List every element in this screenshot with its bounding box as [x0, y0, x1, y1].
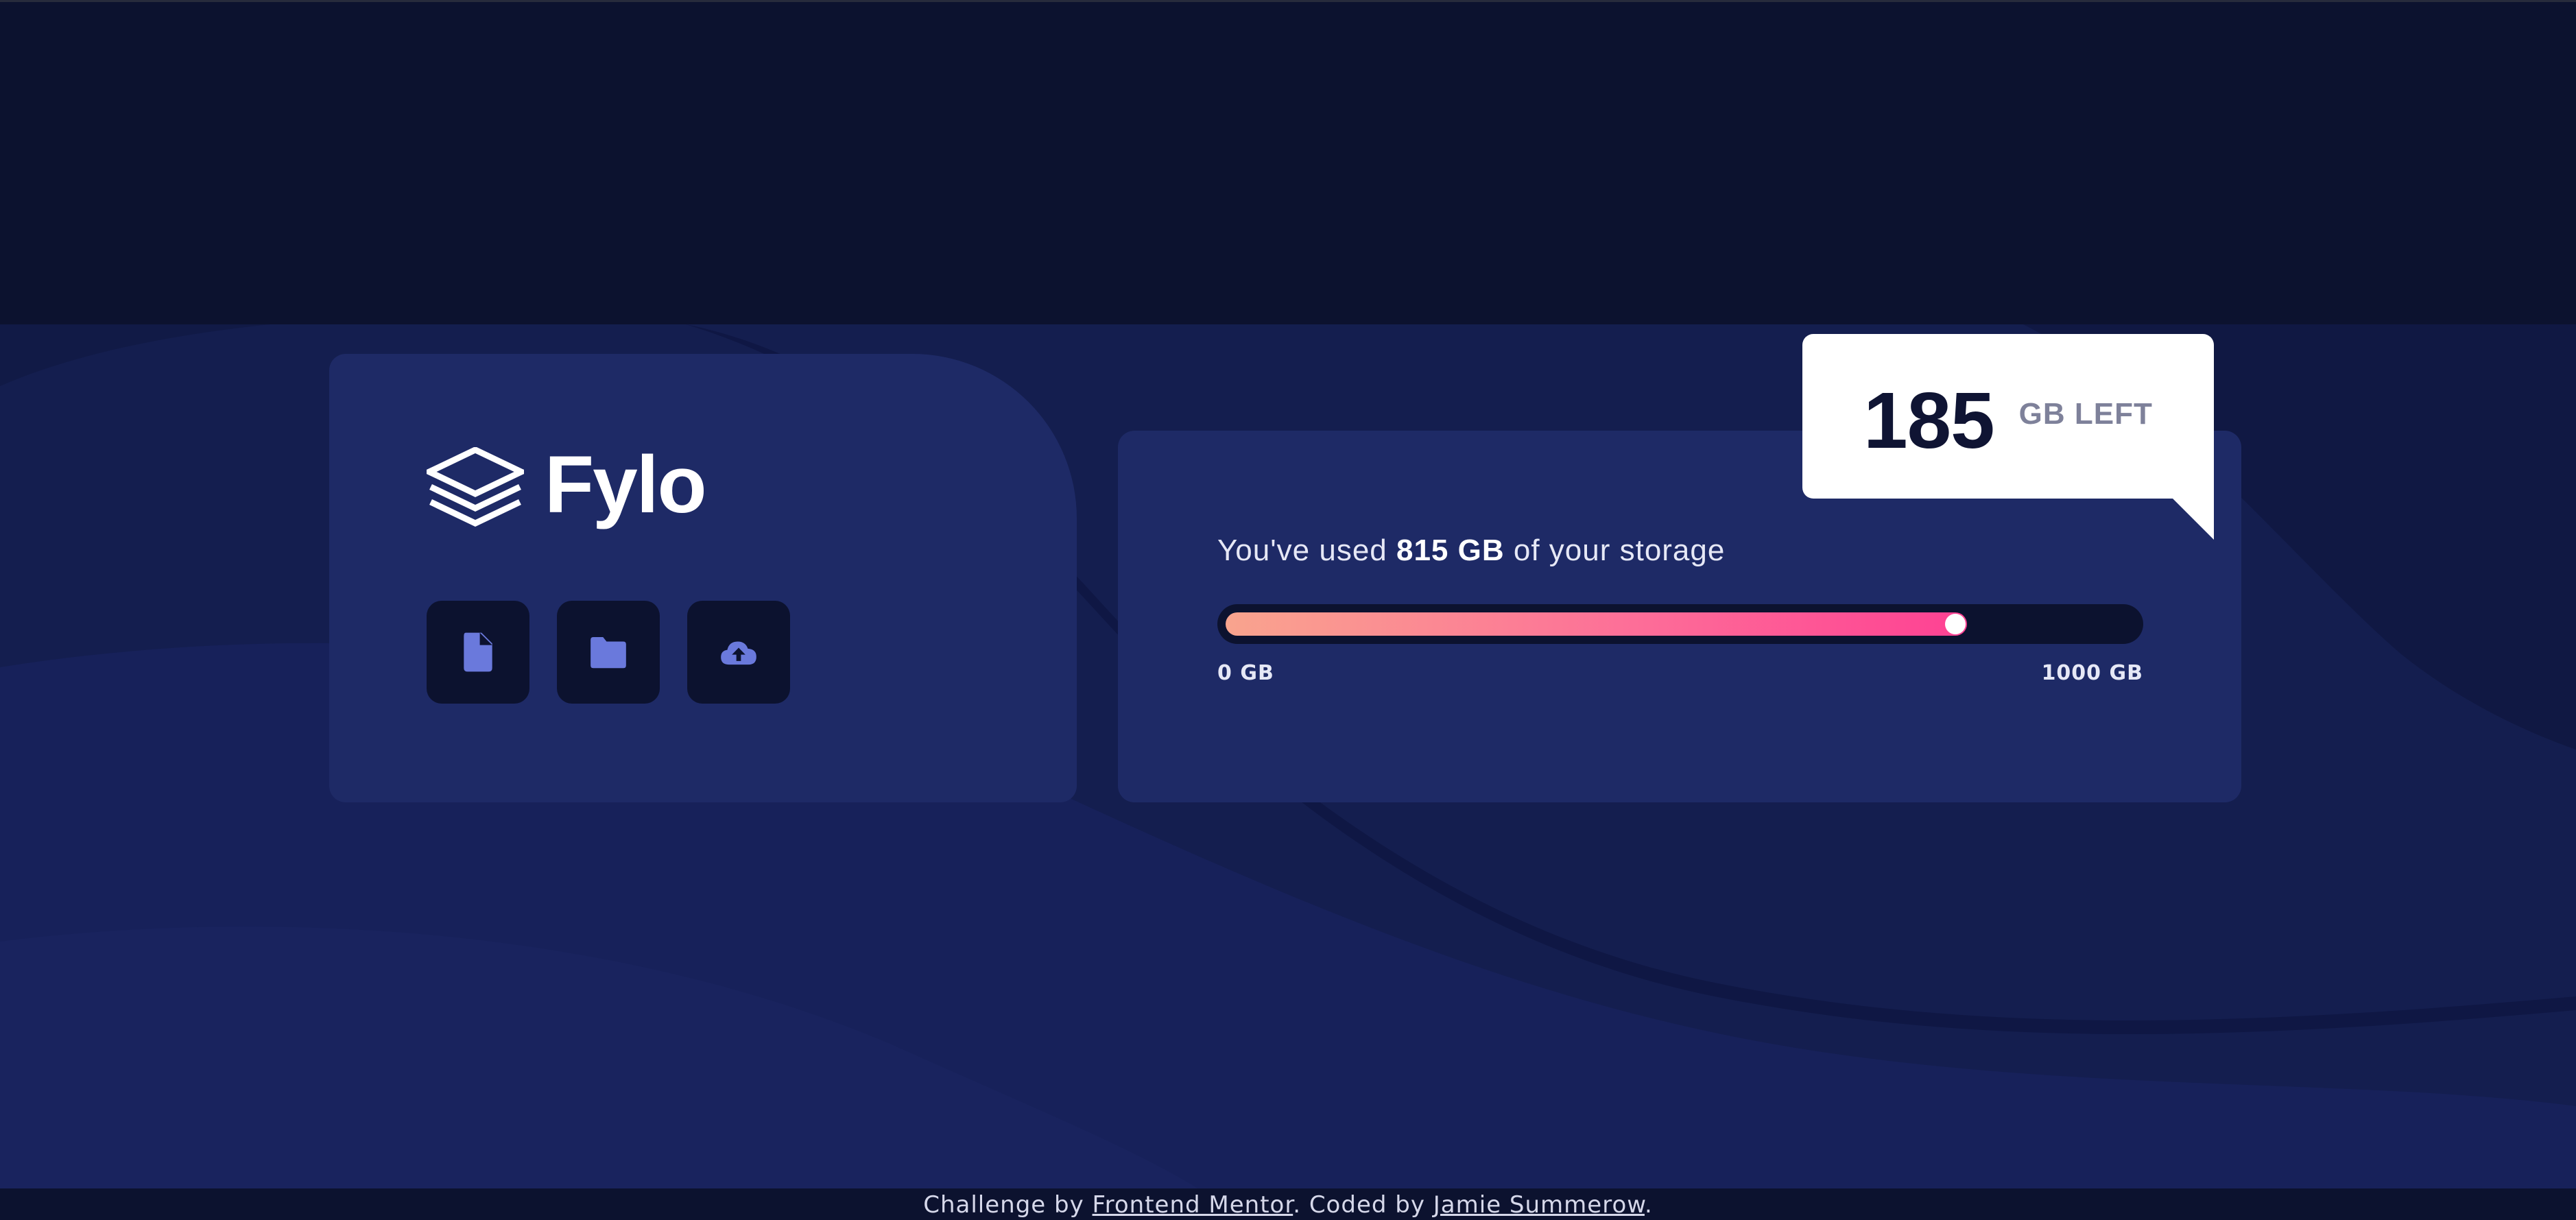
top-band [0, 0, 2576, 326]
cloud-upload-icon [721, 641, 756, 665]
attribution-middle: . Coded by [1293, 1191, 1433, 1219]
usage-text: You've used 815 GB of your storage [1217, 534, 1725, 568]
meter-max-label: 1000 GB [2041, 661, 2143, 685]
upload-button[interactable] [687, 601, 790, 704]
usage-prefix: You've used [1217, 534, 1396, 567]
attribution: Challenge by Frontend Mentor. Coded by J… [0, 1188, 2576, 1220]
window-top-border [0, 0, 2576, 2]
author-link[interactable]: Jamie Summerow [1433, 1191, 1645, 1219]
brand-card: Fylo [329, 354, 1077, 802]
storage-left-label: GB LEFT [2018, 397, 2153, 431]
storage-meter-fill [1226, 612, 1967, 636]
storage-meter [1217, 604, 2143, 644]
frontend-mentor-link[interactable]: Frontend Mentor [1093, 1191, 1293, 1219]
bubble-tail [2173, 499, 2214, 540]
logo[interactable]: Fylo [427, 440, 707, 530]
app-root: Fylo You've used 815 GB of your storage … [0, 0, 2576, 1220]
storage-meter-knob [1945, 614, 1966, 634]
action-icons [427, 601, 790, 704]
document-icon [464, 632, 492, 672]
brand-name: Fylo [545, 440, 707, 530]
usage-suffix: of your storage [1504, 534, 1726, 567]
attribution-prefix: Challenge by [923, 1191, 1093, 1219]
storage-left-bubble: 185 GB LEFT [1802, 334, 2214, 540]
usage-amount: 815 GB [1396, 534, 1505, 567]
folder-icon [591, 637, 626, 669]
folder-button[interactable] [557, 601, 660, 704]
attribution-suffix: . [1644, 1191, 1653, 1219]
stacked-layers-icon [427, 447, 524, 527]
meter-min-label: 0 GB [1217, 661, 1274, 685]
storage-left-number: 185 [1863, 376, 1995, 465]
document-button[interactable] [427, 601, 529, 704]
